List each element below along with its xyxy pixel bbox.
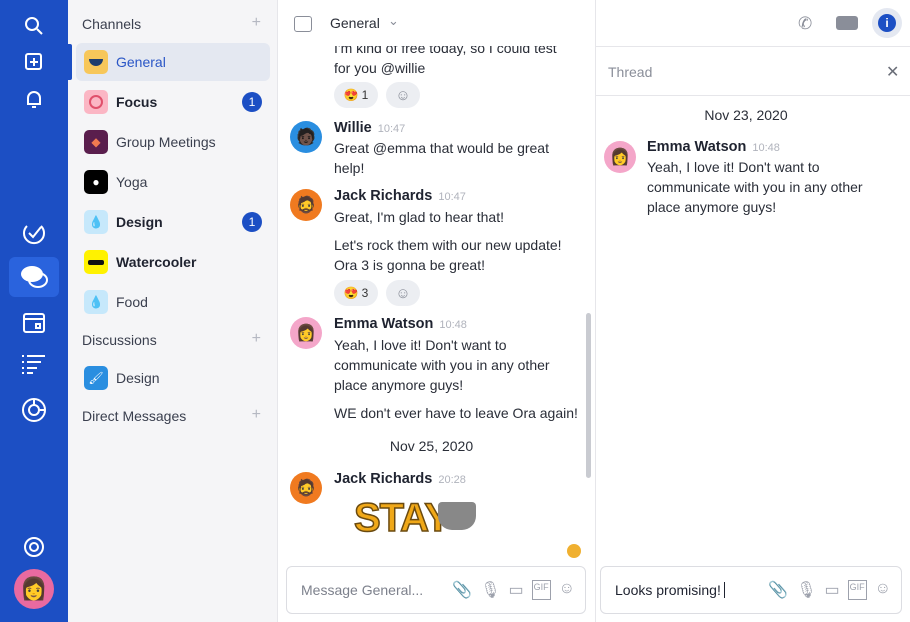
channel-design[interactable]: 💧 Design 1 [76,203,270,241]
add-dm-icon[interactable]: + [252,406,261,424]
channel-label: Yoga [116,174,148,190]
add-channel-icon[interactable]: + [252,14,261,32]
droplet-icon: 💧 [84,210,108,234]
message-text: I'm kind of free today, so I could test f… [334,46,557,76]
emoji-icon[interactable]: ☺ [559,580,575,600]
gif-icon[interactable]: GIF [847,580,867,600]
user-avatar[interactable]: 👩 [14,569,54,609]
chevron-down-icon[interactable]: ⌄ [388,13,399,29]
thread-pane: Thread ✕ Nov 23, 2020 👩 Emma Watson 10:48… [595,0,910,622]
sunglasses-icon [84,250,108,274]
message-header: Jack Richards 20:28 [334,471,466,487]
channel-general[interactable]: General [76,43,270,81]
thread-composer[interactable]: Looks promising! 📎 🎙 ▭ GIF ☺ [600,566,902,614]
message-header: Willie 10:47 [334,120,406,136]
channel-label: Focus [116,94,158,110]
close-icon[interactable]: ✕ [886,62,899,82]
message-input[interactable]: Message General... [301,582,423,598]
check-icon[interactable] [14,214,54,254]
date-divider: Nov 25, 2020 [389,438,474,454]
avatar[interactable]: 🧑🏿 [290,121,322,153]
dm-heading: Direct Messages [82,408,187,424]
list-icon[interactable] [14,344,54,384]
channel-focus[interactable]: Focus 1 [76,83,270,121]
add-reaction-icon[interactable]: ☺ [386,82,420,108]
avatar[interactable]: 👩 [604,141,636,173]
message-text: WE don't ever have to leave Ora again! [334,405,578,421]
compose-icon[interactable] [14,42,54,82]
bell-icon[interactable] [14,79,54,119]
unread-badge: 1 [242,92,262,112]
discussion-design[interactable]: 🖌 Design [76,359,270,397]
emoji-icon[interactable]: ☺ [875,580,891,600]
channel-label: Watercooler [116,254,197,270]
discussions-heading: Discussions [82,332,157,348]
message-list: I'm kind of free today, so I could test f… [278,46,595,560]
channel-title: General [330,15,380,31]
video-icon[interactable]: ▭ [509,580,524,600]
channels-heading: Channels [82,16,142,32]
date-divider: Nov 23, 2020 [704,107,788,123]
mask-icon [438,502,476,530]
add-reaction-icon[interactable]: ☺ [386,280,420,306]
help-icon[interactable] [14,527,54,567]
avatar[interactable]: 🧔 [290,189,322,221]
message-composer[interactable]: Message General... 📎 🎙 ▭ GIF ☺ [286,566,586,614]
channel-food[interactable]: 💧 Food [76,283,270,321]
reaction[interactable]: 😍 1 [334,82,378,108]
reaction[interactable]: 😍 3 [334,280,378,306]
yoga-icon: ● [84,170,108,194]
mic-icon[interactable]: 🎙 [480,580,500,600]
channel-label: Food [116,294,148,310]
sticker: STAY [353,495,452,541]
search-icon[interactable] [14,6,54,46]
bowl-icon [84,50,108,74]
message-text: Great @emma that would be great help! [334,140,549,176]
thread-input[interactable]: Looks promising! [615,582,721,598]
channel-label: General [116,54,166,70]
message-text: Let's rock them with our new update! Ora … [334,237,562,273]
discussion-label: Design [116,370,160,386]
toggle-sidebar-icon[interactable] [294,16,312,32]
video-icon[interactable]: ▭ [825,580,840,600]
calendar-icon[interactable] [14,302,54,342]
message-header: Emma Watson 10:48 [647,139,780,155]
message-header: Jack Richards 10:47 [334,188,466,204]
channel-label: Group Meetings [116,134,216,150]
message-text: Great, I'm glad to hear that! [334,209,504,225]
read-receipt-avatar [567,544,581,558]
avatar[interactable]: 👩 [290,317,322,349]
channel-watercooler[interactable]: Watercooler [76,243,270,281]
droplet-icon: 💧 [84,290,108,314]
message-header: Emma Watson 10:48 [334,316,467,332]
circle-icon [84,90,108,114]
add-discussion-icon[interactable]: + [252,330,261,348]
attach-icon[interactable]: 📎 [452,580,472,600]
selection-indicator [68,44,72,80]
gif-icon[interactable]: GIF [531,580,551,600]
app-rail: 👩 [0,0,68,622]
scrollbar[interactable] [586,313,591,478]
unread-badge: 1 [242,212,262,232]
channel-group-meetings[interactable]: ◆ Group Meetings [76,123,270,161]
text-cursor [723,582,725,598]
avatar[interactable]: 🧔 [290,472,322,504]
message-text: Yeah, I love it! Don't want to communicat… [647,159,863,215]
attach-icon[interactable]: 📎 [768,580,788,600]
thread-title: Thread [608,64,653,80]
chart-icon[interactable] [14,390,54,430]
message-text: Yeah, I love it! Don't want to communicat… [334,337,550,393]
rocket-icon: ◆ [84,130,108,154]
brush-icon: 🖌 [84,366,108,390]
channel-yoga[interactable]: ● Yoga [76,163,270,201]
channel-label: Design [116,214,163,230]
sidebar: Channels + General Focus 1 ◆ Group Meeting… [68,0,278,622]
chat-pane: General ⌄ I'm kind of free today, so I c… [278,0,595,622]
chat-icon[interactable] [9,257,59,297]
mic-icon[interactable]: 🎙 [796,580,816,600]
